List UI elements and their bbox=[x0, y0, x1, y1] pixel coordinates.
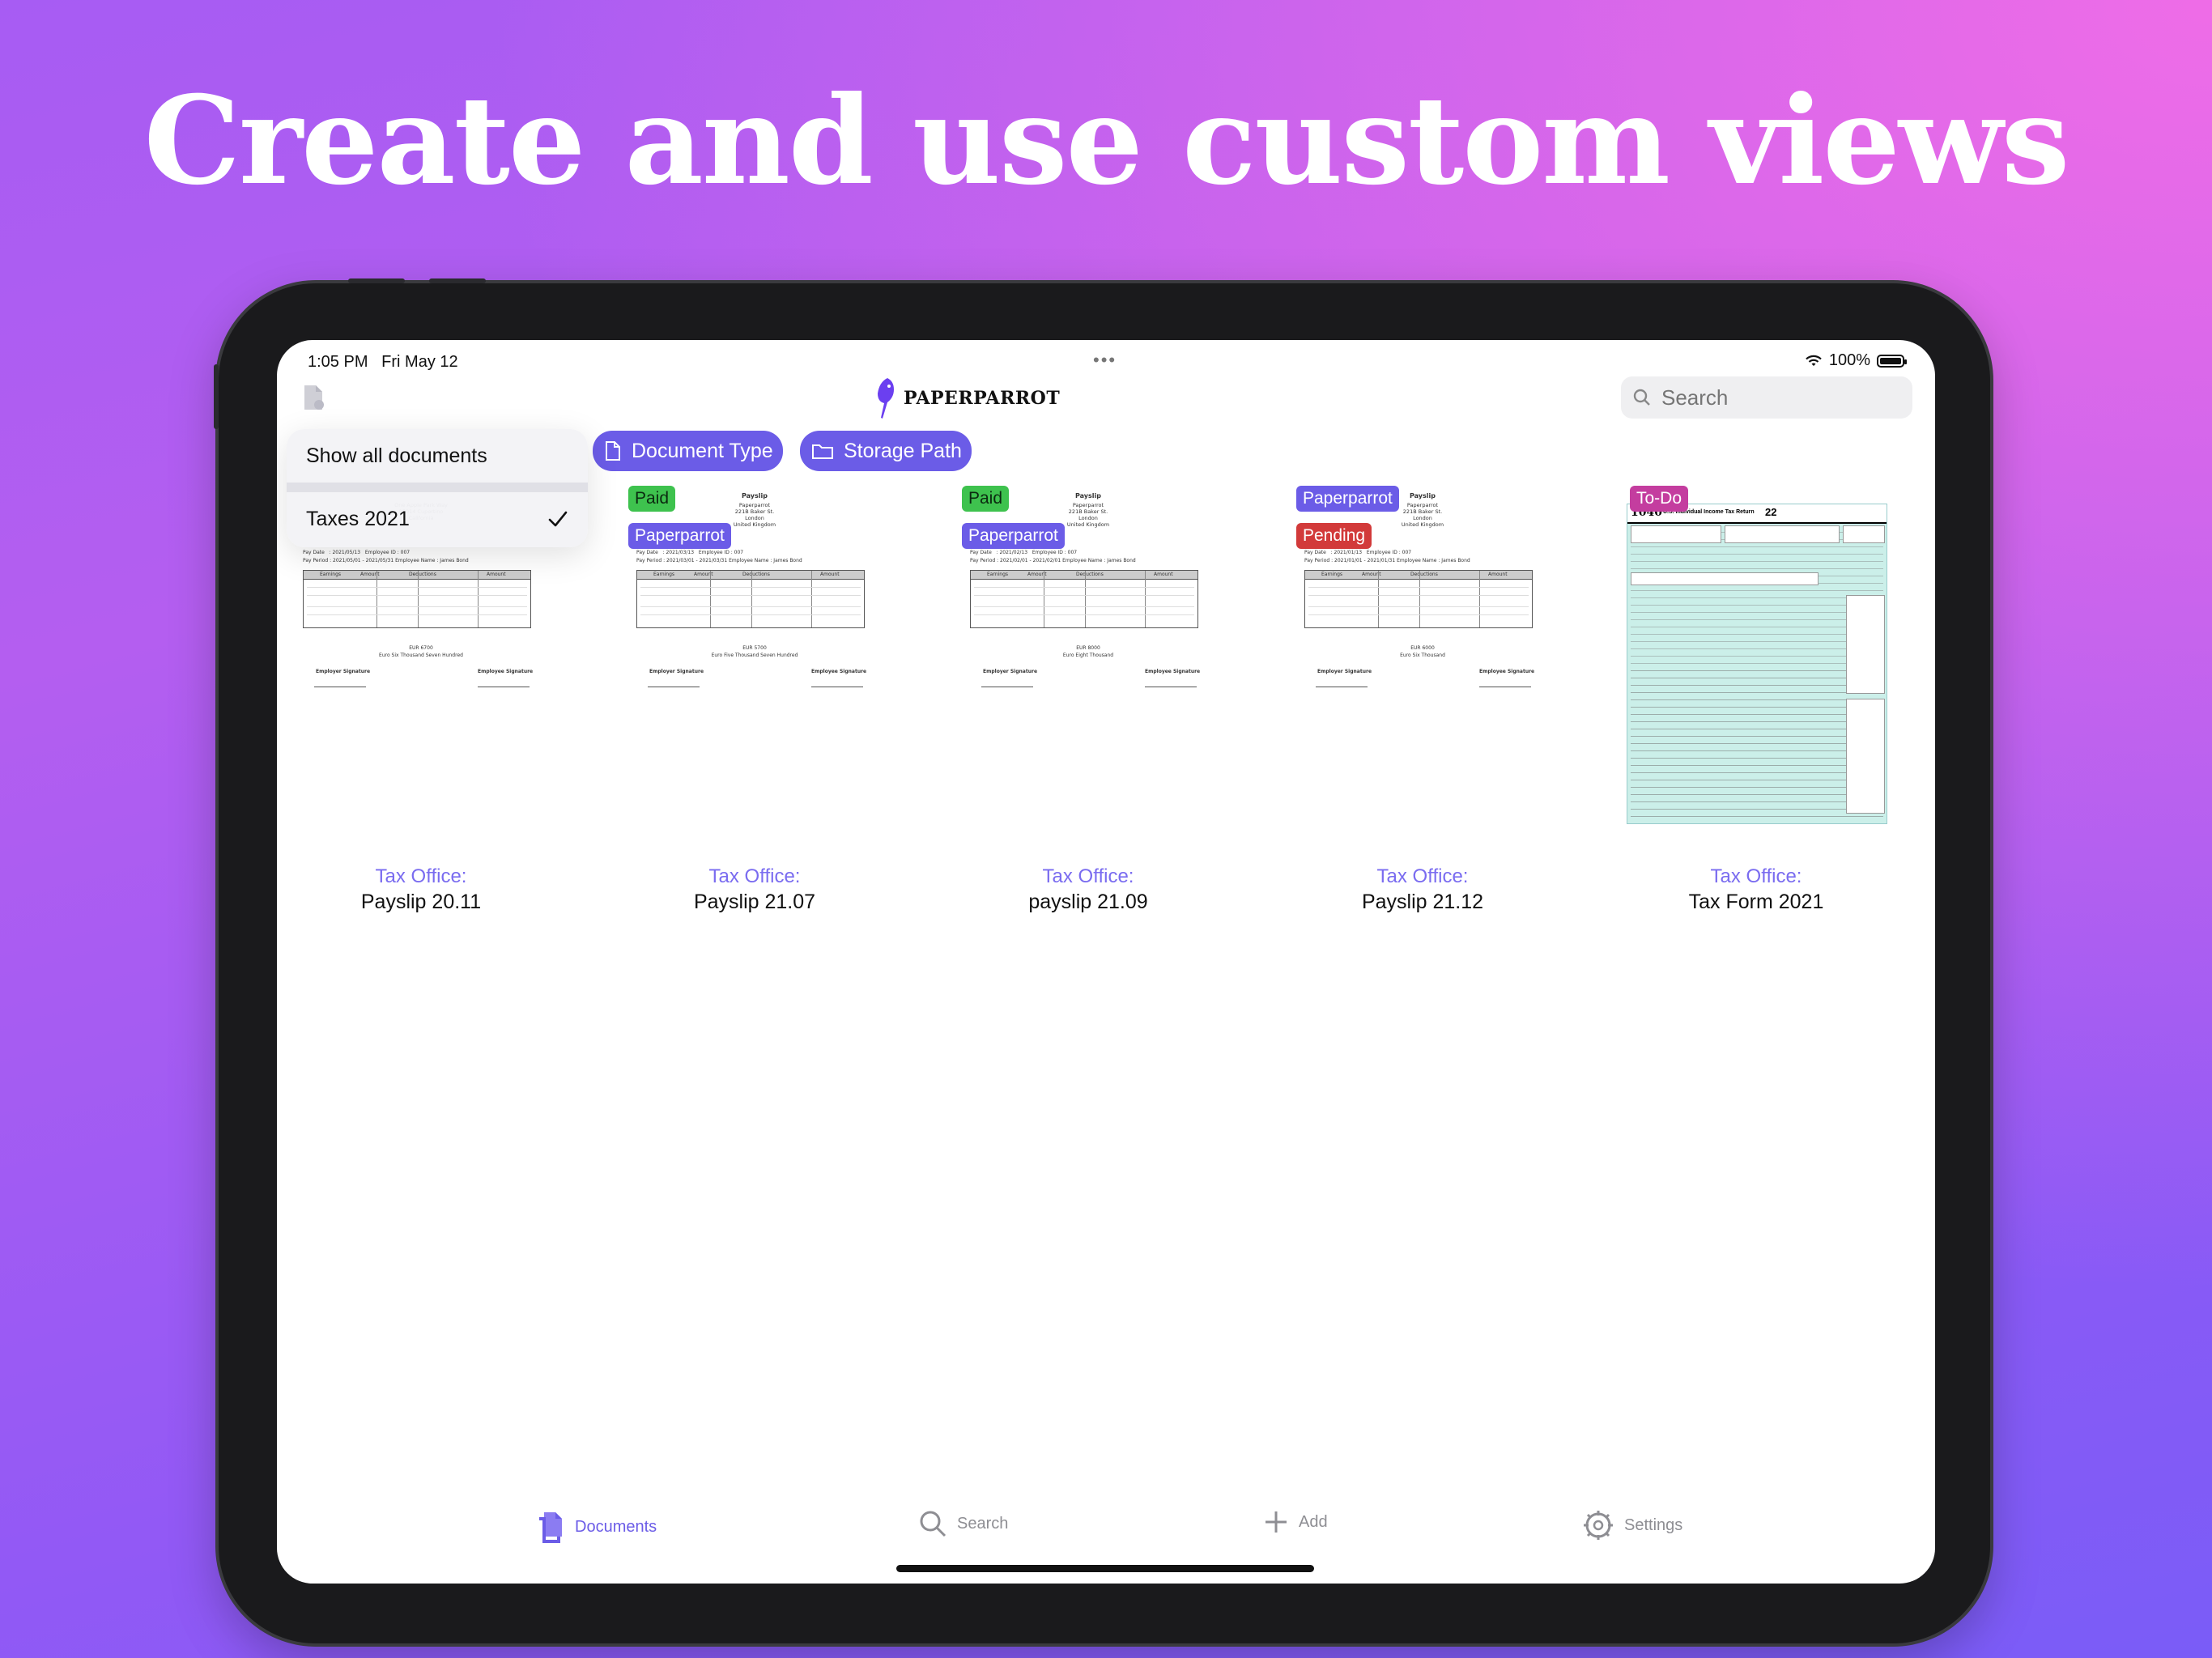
search-field[interactable] bbox=[1621, 376, 1912, 419]
filter-label: Storage Path bbox=[844, 439, 962, 462]
tab-bar: Documents Search Add Settings bbox=[277, 1486, 1935, 1584]
thumb-meta: Pay Date : 2021/05/13 Employee ID : 007 P… bbox=[303, 550, 469, 563]
thumb-meta: Pay Date : 2021/01/13 Employee ID : 007 P… bbox=[1304, 550, 1470, 563]
document-title: Payslip 21.12 bbox=[1361, 891, 1484, 913]
tag-paperparrot[interactable]: Paperparrot bbox=[962, 523, 1065, 549]
top-button bbox=[429, 278, 486, 283]
thumb-amount: EUR 6000 Euro Six Thousand bbox=[1400, 645, 1445, 658]
tag-paperparrot[interactable]: Paperparrot bbox=[628, 523, 731, 549]
document-preview[interactable]: Payslip Paperparrot 221B Baker St. London Un… bbox=[617, 476, 892, 840]
menu-item-label: Taxes 2021 bbox=[306, 507, 410, 530]
top-button bbox=[348, 278, 405, 283]
ipad-frame: 1:05 PM Fri May 12 ••• 100% PAPERPARROT … bbox=[214, 278, 1990, 1643]
tag-pending[interactable]: Pending bbox=[1296, 523, 1372, 549]
battery-percent: 100% bbox=[1828, 351, 1870, 369]
folder-icon bbox=[812, 444, 833, 459]
thumb-table: Earnings Amount Deductions Amount bbox=[970, 570, 1198, 628]
gear-icon bbox=[1584, 1511, 1613, 1540]
document-correspondent: Tax Office: bbox=[1042, 865, 1134, 887]
filter-storage-path[interactable]: Storage Path bbox=[800, 431, 972, 471]
tab-search[interactable]: Search bbox=[918, 1509, 1008, 1538]
search-input[interactable] bbox=[1660, 384, 1898, 411]
document-correspondent: Tax Office: bbox=[708, 865, 801, 887]
filter-label: Document Type bbox=[632, 439, 773, 462]
saved-views-menu: Show all documents Taxes 2021 bbox=[287, 429, 588, 547]
doc-icon bbox=[606, 441, 620, 461]
tab-add[interactable]: Add bbox=[1263, 1509, 1328, 1535]
document-card[interactable]: Payslip Paperparrot 221B Baker St. London Un… bbox=[617, 476, 892, 913]
thumb-amount: EUR 5700 Euro Five Thousand Seven Hundred bbox=[711, 645, 798, 658]
wifi-icon bbox=[1806, 355, 1822, 366]
tab-documents[interactable]: Documents bbox=[536, 1509, 657, 1545]
status-indicators: 100% bbox=[1805, 351, 1907, 370]
document-preview[interactable]: Payslip Paperparrot 221B Baker St. London Un… bbox=[1285, 476, 1560, 840]
tag-paid[interactable]: Paid bbox=[962, 486, 1010, 512]
document-caption: Tax Office: payslip 21.09 bbox=[951, 865, 1226, 915]
tab-label: Documents bbox=[575, 1517, 657, 1536]
documents-icon bbox=[539, 1512, 562, 1543]
app-screen: 1:05 PM Fri May 12 ••• 100% PAPERPARROT … bbox=[277, 340, 1935, 1584]
thumb-meta: Pay Date : 2021/03/13 Employee ID : 007 P… bbox=[636, 550, 802, 563]
parrot-logo-icon bbox=[878, 378, 894, 419]
document-card[interactable]: Payslip Paperparrot 221B Baker St. London Un… bbox=[1285, 476, 1560, 913]
tab-label: Add bbox=[1299, 1512, 1328, 1531]
thumb-table: Earnings Amount Deductions Amount bbox=[1304, 570, 1533, 628]
thumb-amount: EUR 8000 Euro Eight Thousand bbox=[1062, 645, 1114, 658]
search-icon bbox=[1633, 389, 1650, 406]
document-preview[interactable]: Payslip Paperparrot 221B Baker St. London Un… bbox=[951, 476, 1226, 840]
document-preview[interactable]: 1040 U.S. Individual Income Tax Return 22 T… bbox=[1619, 476, 1894, 840]
battery-icon bbox=[1877, 354, 1907, 368]
document-correspondent: Tax Office: bbox=[375, 865, 467, 887]
document-caption: Tax Office: Payslip 20.11 bbox=[283, 865, 559, 915]
document-caption: Tax Office: Tax Form 2021 bbox=[1619, 865, 1894, 915]
app-logo: PAPERPARROT bbox=[874, 376, 1060, 420]
document-card[interactable]: 1040 U.S. Individual Income Tax Return 22 T… bbox=[1619, 476, 1894, 913]
menu-item-show-all[interactable]: Show all documents bbox=[287, 429, 588, 483]
thumb-table: Earnings Amount Deductions Amount bbox=[636, 570, 865, 628]
tab-label: Search bbox=[957, 1514, 1009, 1533]
document-caption: Tax Office: Payslip 21.12 bbox=[1285, 865, 1560, 915]
plus-icon bbox=[1266, 1511, 1287, 1533]
document-caption: Tax Office: Payslip 21.07 bbox=[617, 865, 892, 915]
tab-settings[interactable]: Settings bbox=[1582, 1509, 1682, 1541]
status-time: 1:05 PM Fri May 12 bbox=[308, 353, 458, 371]
document-title: Payslip 20.11 bbox=[360, 891, 482, 913]
menu-item-taxes-2021[interactable]: Taxes 2021 bbox=[287, 492, 588, 546]
document-thumbnail: 1040 U.S. Individual Income Tax Return 22 bbox=[1627, 504, 1887, 824]
tab-label: Settings bbox=[1624, 1516, 1683, 1534]
multitasking-dots[interactable]: ••• bbox=[1093, 350, 1117, 371]
document-title: payslip 21.09 bbox=[1028, 891, 1148, 913]
headline: Create and use custom views bbox=[143, 70, 2070, 212]
document-title: Tax Form 2021 bbox=[1688, 891, 1824, 913]
search-icon bbox=[920, 1511, 946, 1537]
tag-to-do[interactable]: To-Do bbox=[1630, 486, 1689, 512]
document-title: Payslip 21.07 bbox=[693, 891, 816, 913]
home-indicator[interactable] bbox=[896, 1565, 1314, 1572]
document-card[interactable]: Payslip Paperparrot 221B Baker St. London Un… bbox=[951, 476, 1226, 913]
tag-paid[interactable]: Paid bbox=[628, 486, 676, 512]
volume-button bbox=[214, 364, 219, 429]
app-name: PAPERPARROT bbox=[904, 388, 1061, 409]
view-options-icon[interactable] bbox=[300, 382, 327, 417]
thumb-amount: EUR 6700 Euro Six Thousand Seven Hundred bbox=[379, 645, 463, 658]
tag-paperparrot[interactable]: Paperparrot bbox=[1296, 486, 1399, 512]
document-correspondent: Tax Office: bbox=[1710, 865, 1802, 887]
thumb-table: Earnings Amount Deductions Amount bbox=[303, 570, 531, 628]
document-correspondent: Tax Office: bbox=[1376, 865, 1469, 887]
menu-item-label: Show all documents bbox=[306, 444, 487, 467]
thumb-meta: Pay Date : 2021/02/13 Employee ID : 007 P… bbox=[970, 550, 1136, 563]
filter-document-type[interactable]: Document Type bbox=[593, 431, 783, 471]
checkmark-icon bbox=[548, 511, 568, 527]
menu-separator bbox=[287, 483, 588, 492]
